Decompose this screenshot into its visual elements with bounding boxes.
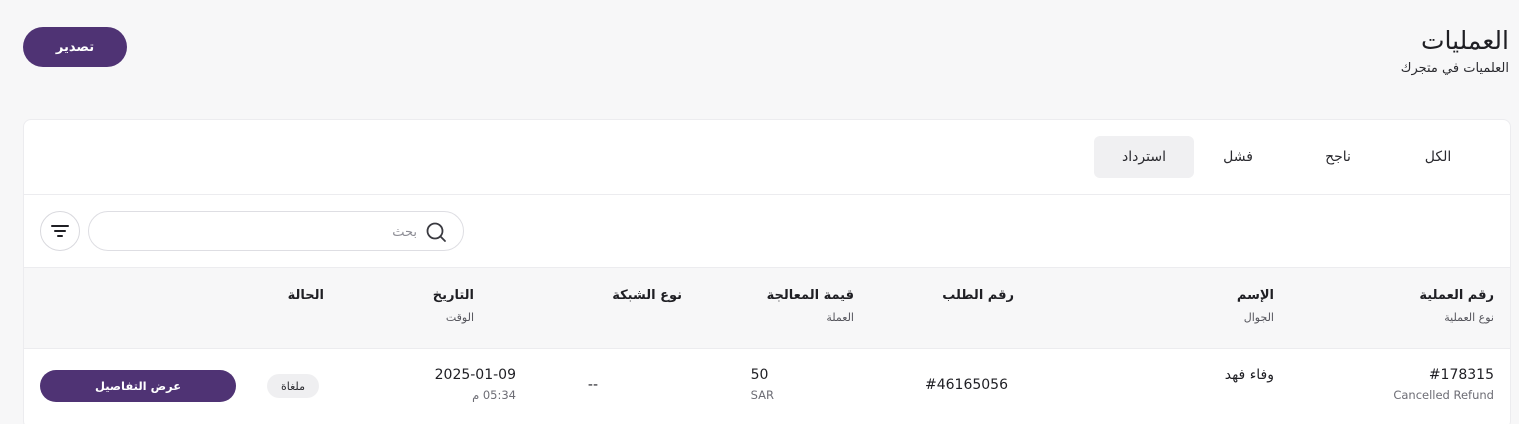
currency: SAR (750, 388, 774, 402)
export-button[interactable]: تصدير (23, 27, 127, 67)
column-status: الحالة (287, 288, 324, 303)
view-details-button[interactable]: عرض التفاصيل (40, 370, 236, 402)
tab-failed[interactable]: فشل (1188, 136, 1288, 178)
tab-all[interactable]: الكل (1388, 136, 1488, 178)
tab-refund[interactable]: استرداد (1094, 136, 1194, 178)
operation-number: #178315 (1428, 367, 1494, 383)
column-operation-number: رقم العملية نوع العملية (1419, 288, 1494, 324)
search-box (88, 211, 464, 251)
table-header: رقم العملية نوع العملية الإسم الجوال رقم… (24, 268, 1510, 349)
date-value: 2025-01-09 (434, 367, 516, 383)
tab-success[interactable]: ناجح (1288, 136, 1388, 178)
table-row: #178315 Cancelled Refund وفاء فهد #46165… (24, 349, 1510, 424)
page-subtitle: العلميات في متجرك (1400, 61, 1509, 76)
filter-button[interactable] (40, 211, 80, 251)
name-cell: وفاء فهد (1225, 367, 1274, 388)
order-number: #46165056 (925, 377, 1008, 393)
time-value: 05:34 م (472, 388, 516, 402)
column-order-number: رقم الطلب (942, 288, 1014, 303)
column-name: الإسم الجوال (1236, 288, 1274, 324)
customer-name: وفاء فهد (1224, 367, 1274, 383)
status-badge: ملغاة (267, 374, 319, 398)
page-title: العمليات (1420, 26, 1509, 55)
status-tabs: الكل ناجح فشل استرداد (24, 120, 1510, 195)
transactions-page: العمليات العلميات في متجرك تصدير الكل نا… (0, 0, 1519, 424)
order-number-cell: #46165056 (925, 377, 1008, 393)
search-toolbar (24, 195, 1510, 268)
filter-icon (51, 225, 69, 237)
transactions-card: الكل ناجح فشل استرداد بحث رقم العملية نو… (23, 119, 1511, 424)
column-network-type: نوع الشبكة (612, 288, 682, 303)
column-date: التاريخ الوقت (432, 288, 474, 324)
operation-cell: #178315 Cancelled Refund (1393, 367, 1494, 402)
network-type: -- (587, 377, 598, 393)
amount-value: 50 (750, 367, 769, 383)
network-type-cell: -- (588, 377, 598, 393)
column-processing-amount: قيمة المعالجة العملة (766, 288, 854, 324)
date-cell: 2025-01-09 05:34 م (435, 367, 516, 402)
amount-cell: 50 SAR (751, 367, 774, 402)
search-icon (426, 222, 446, 242)
operation-type: Cancelled Refund (1393, 388, 1494, 402)
search-input[interactable] (117, 220, 417, 244)
